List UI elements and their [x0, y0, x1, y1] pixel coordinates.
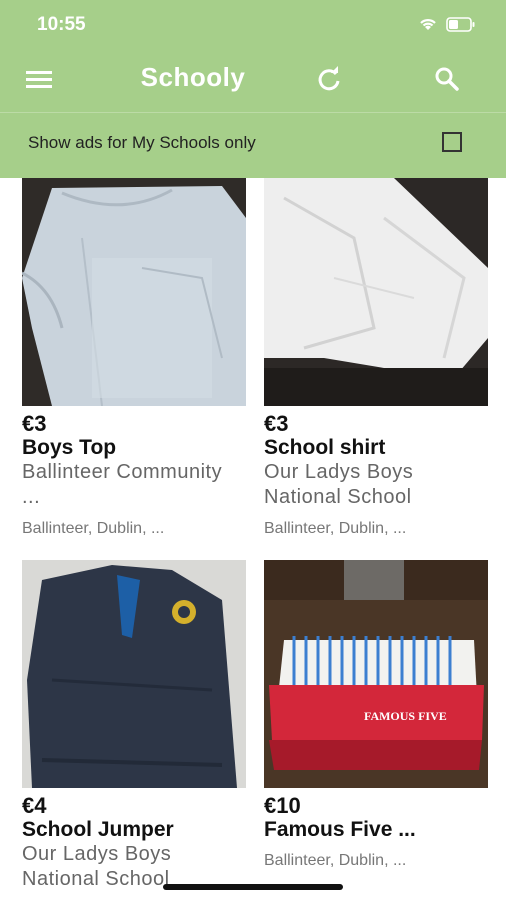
status-bar: 10:55 — [0, 0, 506, 50]
filter-bar: Show ads for My Schools only — [0, 112, 506, 177]
listing-price: €10 — [264, 793, 301, 818]
listing-card[interactable]: €3 Boys Top Ballinteer Community ... Bal… — [22, 178, 246, 538]
listing-location: Ballinteer, Dublin, ... — [264, 520, 407, 537]
listing-title: Boys Top — [22, 436, 117, 459]
listing-school: Ballinteer Community ... — [22, 461, 223, 508]
listing-title: School shirt — [264, 436, 386, 459]
home-indicator[interactable] — [163, 884, 343, 890]
listing-location: Ballinteer, Dublin, ... — [22, 520, 165, 537]
listing-image[interactable]: FAMOUS FIVE — [264, 560, 488, 788]
battery-icon — [446, 16, 475, 32]
status-icons — [418, 16, 476, 32]
listing-card[interactable]: €3 School shirt Our Ladys Boys National … — [264, 178, 488, 538]
listing-card[interactable]: FAMOUS FIVE €10 Famous Five ... Ballinte… — [264, 560, 488, 870]
status-time: 10:55 — [37, 14, 86, 35]
wifi-icon — [420, 19, 436, 30]
app-bar: Schooly — [0, 50, 506, 108]
search-button[interactable] — [428, 60, 466, 98]
listings-grid: €3 Boys Top Ballinteer Community ... Bal… — [0, 178, 506, 900]
refresh-button[interactable] — [310, 60, 348, 98]
listing-card[interactable]: €4 School Jumper Our Ladys Boys National… — [22, 560, 246, 900]
listing-title: Famous Five ... — [264, 818, 416, 841]
search-icon — [435, 67, 459, 91]
listing-title: School Jumper — [22, 818, 174, 841]
filter-label: Show ads for My Schools only — [28, 133, 256, 152]
listing-image[interactable] — [22, 560, 246, 788]
listing-location: Ballinteer, Dublin, ... — [264, 852, 407, 869]
listing-school: Our Ladys Boys National School — [264, 461, 414, 508]
listing-price: €3 — [22, 411, 47, 436]
book-box-label: FAMOUS FIVE — [364, 709, 447, 723]
listing-price: €3 — [264, 411, 289, 436]
listing-price: €4 — [22, 793, 47, 818]
listing-image[interactable] — [264, 178, 488, 406]
app-header: 10:55 Schooly Show ads for My Schools on… — [0, 0, 506, 178]
listing-image[interactable] — [22, 178, 246, 406]
refresh-icon — [318, 66, 340, 91]
my-schools-checkbox[interactable] — [442, 132, 462, 152]
